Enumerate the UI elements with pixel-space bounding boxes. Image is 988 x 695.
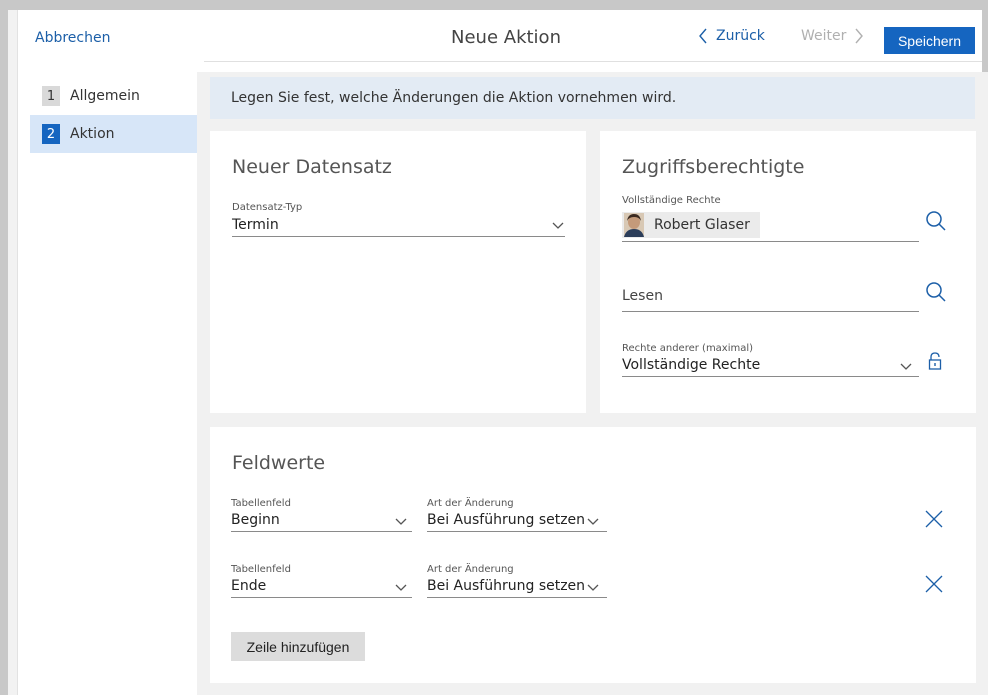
back-label: Zurück (716, 28, 765, 44)
chevron-down-icon (395, 584, 407, 591)
window-frame-gutter (8, 10, 18, 695)
cancel-link[interactable]: Abbrechen (35, 30, 110, 46)
field-underline (622, 311, 919, 312)
header-divider (204, 61, 982, 62)
field-underline (427, 531, 607, 532)
chevron-down-icon (900, 363, 912, 370)
chevron-right-icon (855, 28, 864, 44)
field-underline (231, 531, 412, 532)
next-label: Weiter (801, 28, 847, 44)
select-value: Termin (232, 217, 279, 233)
lock-icon[interactable] (928, 352, 942, 370)
select-value: Beginn (231, 512, 280, 528)
field-values-card: Feldwerte Tabellenfeld Beginn Art der Än… (210, 427, 976, 683)
window-frame-top (0, 0, 988, 10)
add-row-button[interactable]: Zeile hinzufügen (231, 632, 365, 661)
info-banner: Legen Sie fest, welche Änderungen die Ak… (210, 77, 975, 119)
field-label: Tabellenfeld (231, 564, 291, 575)
select-value: Ende (231, 578, 267, 594)
close-icon[interactable] (925, 510, 943, 528)
new-record-card: Neuer Datensatz Datensatz-Typ Termin (210, 131, 586, 413)
main-content: Legen Sie fest, welche Änderungen die Ak… (197, 72, 988, 695)
sidebar-item-aktion[interactable]: 2 Aktion (30, 115, 197, 153)
chevron-down-icon (552, 222, 564, 229)
field-label: Art der Änderung (427, 498, 514, 509)
chevron-left-icon (699, 28, 707, 44)
sidebar-item-label: Allgemein (70, 88, 140, 104)
card-title: Zugriffsberechtigte (622, 156, 805, 178)
person-name: Robert Glaser (654, 217, 750, 233)
field-underline (622, 376, 919, 377)
select-value: Bei Ausführung setzen (427, 512, 586, 528)
chevron-down-icon (587, 518, 599, 525)
field-underline (232, 236, 565, 237)
card-title: Feldwerte (232, 452, 326, 474)
dialog-header: Abbrechen Neue Aktion Zurück Weiter Spei… (18, 10, 982, 72)
step-number: 2 (42, 124, 60, 144)
field-label: Datensatz-Typ (232, 202, 303, 213)
field-underline (622, 241, 919, 242)
field-underline (427, 597, 607, 598)
close-icon[interactable] (925, 575, 943, 593)
search-icon[interactable] (925, 210, 947, 232)
read-access-input[interactable]: Lesen (622, 288, 663, 304)
search-icon[interactable] (925, 281, 947, 303)
step-sidebar: 1 Allgemein 2 Aktion (30, 77, 197, 153)
field-label: Vollständige Rechte (622, 195, 721, 206)
back-button[interactable]: Zurück (698, 28, 765, 44)
chevron-down-icon (587, 584, 599, 591)
field-underline (231, 597, 412, 598)
card-title: Neuer Datensatz (232, 156, 392, 178)
select-value: Vollständige Rechte (622, 357, 761, 373)
step-number: 1 (42, 86, 60, 106)
access-card: Zugriffsberechtigte Vollständige Rechte … (600, 131, 976, 413)
sidebar-item-allgemein[interactable]: 1 Allgemein (30, 77, 197, 115)
next-button[interactable]: Weiter (801, 28, 864, 44)
person-chip[interactable]: Robert Glaser (622, 212, 760, 238)
field-label: Tabellenfeld (231, 498, 291, 509)
chevron-down-icon (395, 518, 407, 525)
window-frame-left (0, 0, 8, 695)
select-value: Bei Ausführung setzen (427, 578, 586, 594)
field-label: Art der Änderung (427, 564, 514, 575)
field-label: Rechte anderer (maximal) (622, 343, 754, 354)
save-button[interactable]: Speichern (884, 27, 975, 54)
sidebar-item-label: Aktion (70, 126, 115, 142)
avatar (624, 213, 644, 237)
